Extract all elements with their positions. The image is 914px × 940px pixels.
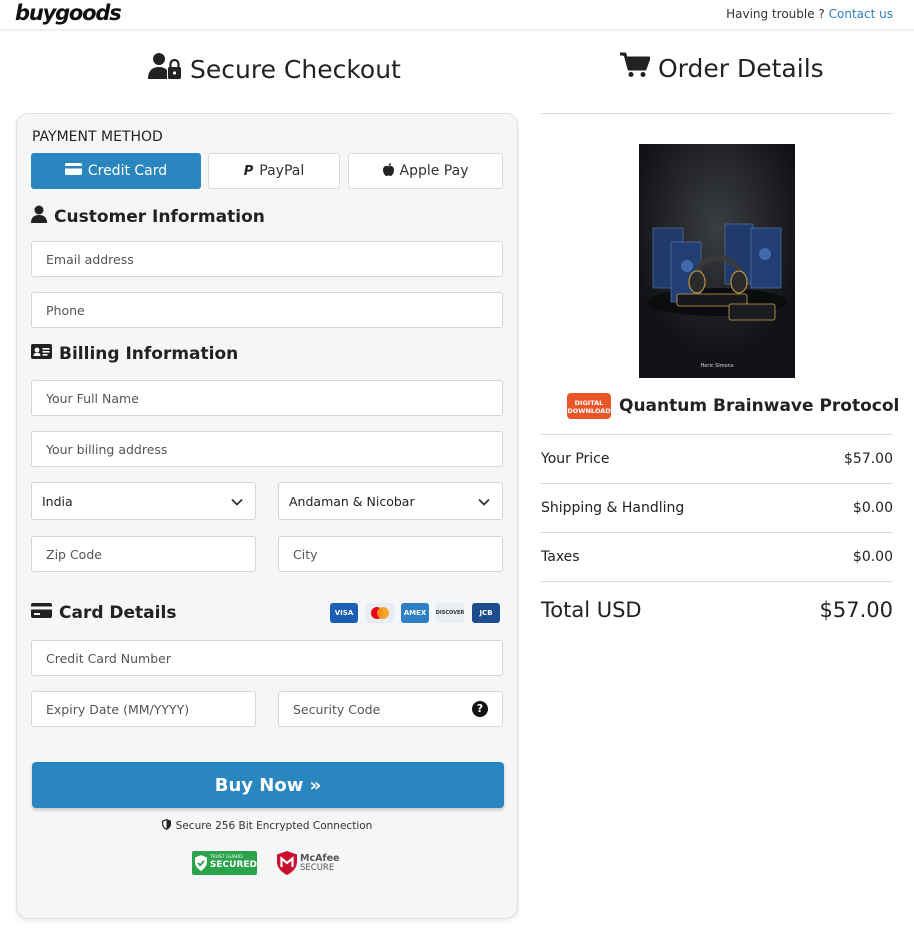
taxes-label: Taxes [541, 549, 580, 565]
mastercard-logo [366, 603, 394, 623]
country-select-value: India [42, 493, 73, 509]
state-select-value: Andaman & Nicobar [289, 493, 415, 509]
secure-connection-note: Secure 256 Bit Encrypted Connection [17, 819, 517, 833]
tab-paypal[interactable]: P PayPal [208, 153, 340, 189]
amex-logo: AMEX [401, 603, 429, 623]
your-price-row: Your Price $57.00 [541, 451, 893, 467]
secure-checkout-title: Secure Checkout [190, 54, 401, 84]
top-bar: buygoods Having trouble ? Contact us [0, 0, 914, 30]
divider [541, 581, 893, 582]
buygoods-logo[interactable]: buygoods [15, 1, 122, 25]
card-details-title: Card Details [59, 603, 177, 623]
taxes-row: Taxes $0.00 [541, 549, 893, 565]
tab-paypal-label: PayPal [259, 163, 305, 179]
apple-icon [382, 162, 394, 180]
product-name: Quantum Brainwave Protocol [619, 396, 900, 416]
your-price-label: Your Price [541, 451, 610, 467]
order-details-heading: Order Details [620, 52, 824, 84]
chevron-down-icon [231, 494, 243, 509]
mcafee-shield-icon [277, 851, 297, 875]
having-trouble-text: Having trouble ? [726, 7, 825, 21]
payment-method-label: PAYMENT METHOD [32, 129, 163, 145]
customer-information-title: Customer Information [54, 206, 265, 227]
product-title: DIGITAL DOWNLOAD Quantum Brainwave Proto… [567, 393, 899, 419]
trust-guard-line2: SECURED [209, 859, 257, 870]
help-text: Having trouble ? Contact us [726, 7, 893, 21]
expiry-date-field[interactable]: Expiry Date (MM/YYYY) [31, 691, 256, 727]
phone-field[interactable]: Phone [31, 292, 503, 328]
billing-information-title: Billing Information [59, 344, 239, 364]
your-price-value: $57.00 [844, 451, 893, 467]
discover-logo: DISCOVER [436, 603, 464, 623]
state-select[interactable]: Andaman & Nicobar [278, 482, 503, 520]
city-field[interactable]: City [278, 536, 503, 572]
total-label: Total USD [541, 598, 642, 622]
checkout-form-panel: PAYMENT METHOD Credit Card P PayPal Appl… [16, 113, 518, 919]
shopping-cart-icon [620, 52, 651, 84]
user-icon [31, 205, 47, 228]
jcb-logo: JCB [472, 603, 500, 623]
buy-now-button[interactable]: Buy Now » [32, 762, 504, 808]
email-field[interactable]: Email address [31, 241, 503, 277]
tab-apple-pay[interactable]: Apple Pay [348, 153, 503, 189]
billing-information-heading: Billing Information [31, 344, 238, 364]
full-name-field[interactable]: Your Full Name [31, 380, 503, 416]
taxes-value: $0.00 [852, 549, 893, 565]
divider [541, 532, 893, 533]
credit-card-icon [31, 603, 52, 623]
customer-information-heading: Customer Information [31, 205, 265, 228]
zip-code-field[interactable]: Zip Code [31, 536, 256, 572]
order-details-title: Order Details [658, 53, 824, 83]
total-value: $57.00 [819, 598, 893, 622]
product-image: Heric Simons [639, 144, 795, 378]
card-details-heading: Card Details [31, 603, 176, 623]
product-bundle-illustration [639, 144, 795, 378]
paypal-icon: P [243, 163, 254, 179]
tab-apple-pay-label: Apple Pay [399, 163, 469, 179]
shipping-value: $0.00 [852, 500, 893, 516]
id-card-icon [31, 344, 52, 364]
divider [541, 434, 893, 435]
total-row: Total USD $57.00 [541, 598, 893, 622]
chevron-down-icon [478, 494, 490, 509]
shipping-label: Shipping & Handling [541, 500, 685, 516]
credit-card-number-field[interactable]: Credit Card Number [31, 640, 503, 676]
trust-guard-badge: TRUST GUARD SECURED [192, 851, 257, 875]
billing-address-field[interactable]: Your billing address [31, 431, 503, 467]
shipping-row: Shipping & Handling $0.00 [541, 500, 893, 516]
question-circle-icon[interactable]: ? [472, 701, 488, 717]
tab-credit-card-label: Credit Card [87, 163, 168, 179]
security-code-placeholder: Security Code [293, 701, 381, 717]
tab-credit-card[interactable]: Credit Card [31, 153, 201, 189]
shield-check-icon [195, 855, 207, 871]
digital-download-line1: DIGITAL [574, 399, 604, 407]
security-code-field[interactable]: Security Code ? [278, 691, 503, 727]
digital-download-line2: DOWNLOAD [567, 407, 611, 415]
user-lock-icon [148, 52, 182, 86]
product-image-caption: Heric Simons [700, 363, 734, 369]
contact-us-link[interactable]: Contact us [829, 7, 893, 21]
divider [541, 483, 893, 484]
mcafee-secure-badge: McAfee SECURE [277, 850, 347, 876]
shield-icon [161, 819, 171, 833]
credit-card-icon [64, 163, 82, 179]
secure-checkout-heading: Secure Checkout [148, 52, 401, 86]
divider [541, 113, 893, 114]
secure-connection-text: Secure 256 Bit Encrypted Connection [175, 820, 373, 832]
mcafee-line2: SECURE [300, 862, 335, 873]
digital-download-badge: DIGITAL DOWNLOAD [567, 393, 611, 419]
country-select[interactable]: India [31, 482, 256, 520]
visa-logo: VISA [330, 603, 358, 623]
